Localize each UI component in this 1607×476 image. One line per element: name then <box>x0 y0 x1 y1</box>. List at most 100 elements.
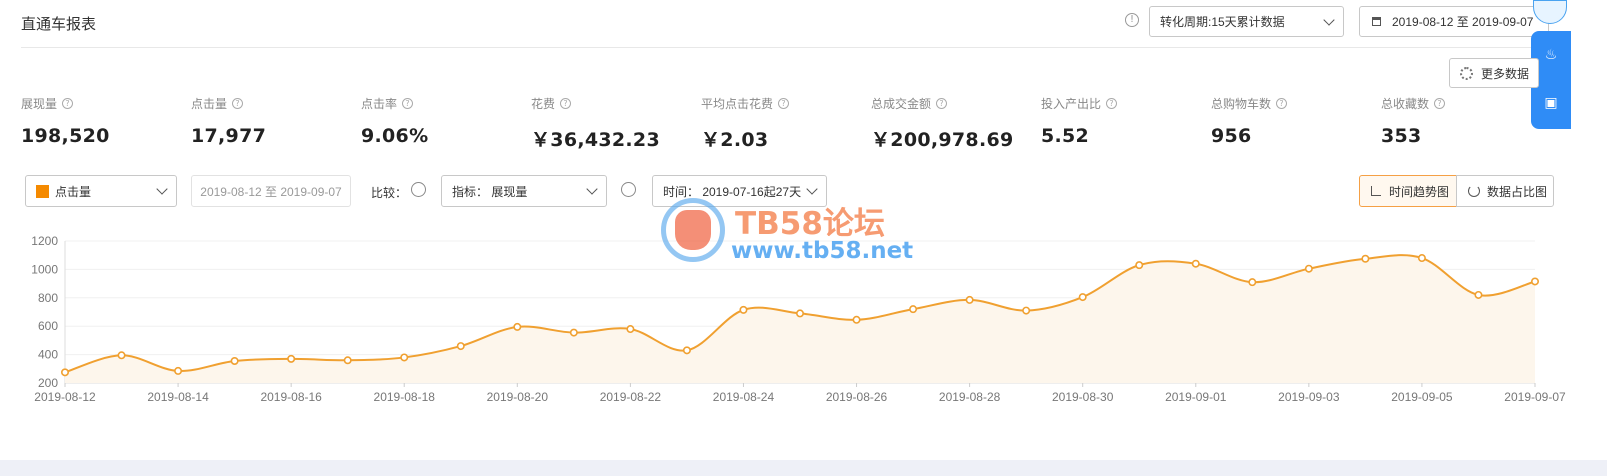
metric-label: 总收藏数 <box>1381 97 1430 111</box>
trend-view-label: 时间趋势图 <box>1389 184 1450 199</box>
time-select-value: 时间： 2019-07-16起27天 <box>663 184 802 199</box>
metric-label: 花费 <box>531 97 556 111</box>
metric-ctr[interactable]: 点击率? 9.06% <box>361 95 428 147</box>
y-tick-label: 600 <box>38 319 58 333</box>
series-area <box>65 255 1535 383</box>
data-point <box>230 356 239 365</box>
metric-select[interactable]: 点击量 <box>25 175 177 207</box>
compare-label: 比较： <box>371 186 408 200</box>
help-icon[interactable]: ? <box>1276 98 1288 109</box>
help-icon[interactable]: ? <box>560 98 572 109</box>
chart-date-input[interactable]: 2019-08-12 至 2019-09-07 <box>191 175 351 207</box>
header-divider <box>21 47 1541 48</box>
x-tick-label: 2019-08-26 <box>826 390 888 404</box>
x-tick-label: 2019-08-16 <box>260 390 322 404</box>
y-tick-label: 800 <box>38 291 58 305</box>
data-point <box>1417 254 1426 263</box>
pie-chart-icon <box>1468 185 1480 197</box>
help-icon[interactable]: ? <box>778 98 790 109</box>
gear-icon <box>1460 66 1473 80</box>
conversion-period-select[interactable]: 转化周期:15天累计数据 <box>1149 6 1344 37</box>
data-point <box>965 295 974 304</box>
metric-cost[interactable]: 花费? ￥36,432.23 <box>531 95 660 152</box>
data-point <box>1474 290 1483 299</box>
data-point <box>682 346 691 355</box>
compare-radio[interactable] <box>411 182 426 197</box>
data-point <box>852 315 861 324</box>
chevron-down-icon <box>1323 14 1335 26</box>
metric-total-sales[interactable]: 总成交金额? ￥200,978.69 <box>871 95 1014 152</box>
metric-value: ￥36,432.23 <box>531 129 660 151</box>
bottom-band <box>0 460 1607 476</box>
metric-label: 投入产出比 <box>1041 97 1102 111</box>
help-icon[interactable]: ? <box>232 98 244 109</box>
data-point <box>1304 264 1313 273</box>
help-icon[interactable]: ? <box>1434 98 1446 109</box>
x-tick-label: 2019-09-05 <box>1391 390 1453 404</box>
x-tick-label: 2019-09-07 <box>1504 390 1566 404</box>
share-view-button[interactable]: 数据占比图 <box>1456 175 1554 207</box>
x-tick-label: 2019-09-01 <box>1165 390 1227 404</box>
data-point <box>1022 306 1031 315</box>
info-icon[interactable]: ! <box>1125 13 1139 27</box>
trend-view-button[interactable]: 时间趋势图 <box>1359 175 1457 207</box>
x-tick-label: 2019-08-22 <box>600 390 662 404</box>
hand-icon <box>675 210 711 250</box>
indicator-select-value: 指标： 展现量 <box>452 184 528 199</box>
data-point <box>1248 278 1257 287</box>
data-point <box>60 368 69 377</box>
data-point <box>795 309 804 318</box>
metric-value: 353 <box>1381 125 1422 147</box>
watermark-url: www.tb58.net <box>731 238 914 264</box>
time-compare-radio[interactable] <box>621 182 636 197</box>
date-range-picker[interactable]: 2019-08-12 至 2019-09-07 <box>1359 6 1549 37</box>
metric-value: 198,520 <box>21 125 110 147</box>
metric-clicks[interactable]: 点击量? 17,977 <box>191 95 266 147</box>
data-point <box>739 305 748 314</box>
data-point <box>1191 259 1200 268</box>
data-point <box>626 325 635 334</box>
data-point <box>909 305 918 314</box>
series-color-swatch <box>36 184 49 198</box>
metric-label: 点击量 <box>191 97 228 111</box>
metric-cart[interactable]: 总购物车数? 956 <box>1211 95 1288 147</box>
data-point <box>569 328 578 337</box>
metric-label: 总购物车数 <box>1211 97 1272 111</box>
watermark-title: TB58论坛 <box>735 206 885 242</box>
more-data-button[interactable]: 更多数据 <box>1449 58 1539 88</box>
x-tick-label: 2019-08-12 <box>34 390 96 404</box>
metric-label: 总成交金额 <box>871 97 932 111</box>
metric-label: 点击率 <box>361 97 398 111</box>
y-tick-label: 1200 <box>31 234 58 248</box>
more-data-label: 更多数据 <box>1481 66 1530 81</box>
data-point <box>1531 277 1540 286</box>
metric-value: ￥200,978.69 <box>871 129 1014 151</box>
data-point <box>1361 254 1370 263</box>
indicator-select[interactable]: 指标： 展现量 <box>441 175 607 207</box>
metric-roi[interactable]: 投入产出比? 5.52 <box>1041 95 1118 147</box>
help-icon[interactable]: ? <box>402 98 414 109</box>
x-tick-label: 2019-08-28 <box>939 390 1001 404</box>
metric-select-value: 点击量 <box>55 184 92 199</box>
help-icon[interactable]: ? <box>936 98 948 109</box>
metric-value: 5.52 <box>1041 125 1090 147</box>
x-tick-label: 2019-08-20 <box>487 390 549 404</box>
data-point <box>1135 261 1144 270</box>
help-icon[interactable]: ? <box>62 98 74 109</box>
bell-icon[interactable]: ♨ <box>1541 44 1561 64</box>
metric-value: 9.06% <box>361 125 429 147</box>
y-tick-label: 200 <box>38 376 58 390</box>
x-tick-label: 2019-09-03 <box>1278 390 1340 404</box>
metric-avg-cpc[interactable]: 平均点击花费? ￥2.03 <box>701 95 790 152</box>
help-icon[interactable]: ? <box>1106 98 1118 109</box>
x-tick-label: 2019-08-18 <box>374 390 436 404</box>
metric-label: 平均点击花费 <box>701 97 774 111</box>
metric-favorites[interactable]: 总收藏数? 353 <box>1381 95 1446 147</box>
chevron-down-icon <box>156 183 168 195</box>
metric-impressions[interactable]: 展现量? 198,520 <box>21 95 110 147</box>
message-icon[interactable]: ▣ <box>1541 92 1561 112</box>
metric-label: 展现量 <box>21 97 58 111</box>
data-point <box>513 322 522 331</box>
conversion-period-value: 转化周期:15天累计数据 <box>1160 15 1285 29</box>
x-tick-label: 2019-08-30 <box>1052 390 1114 404</box>
